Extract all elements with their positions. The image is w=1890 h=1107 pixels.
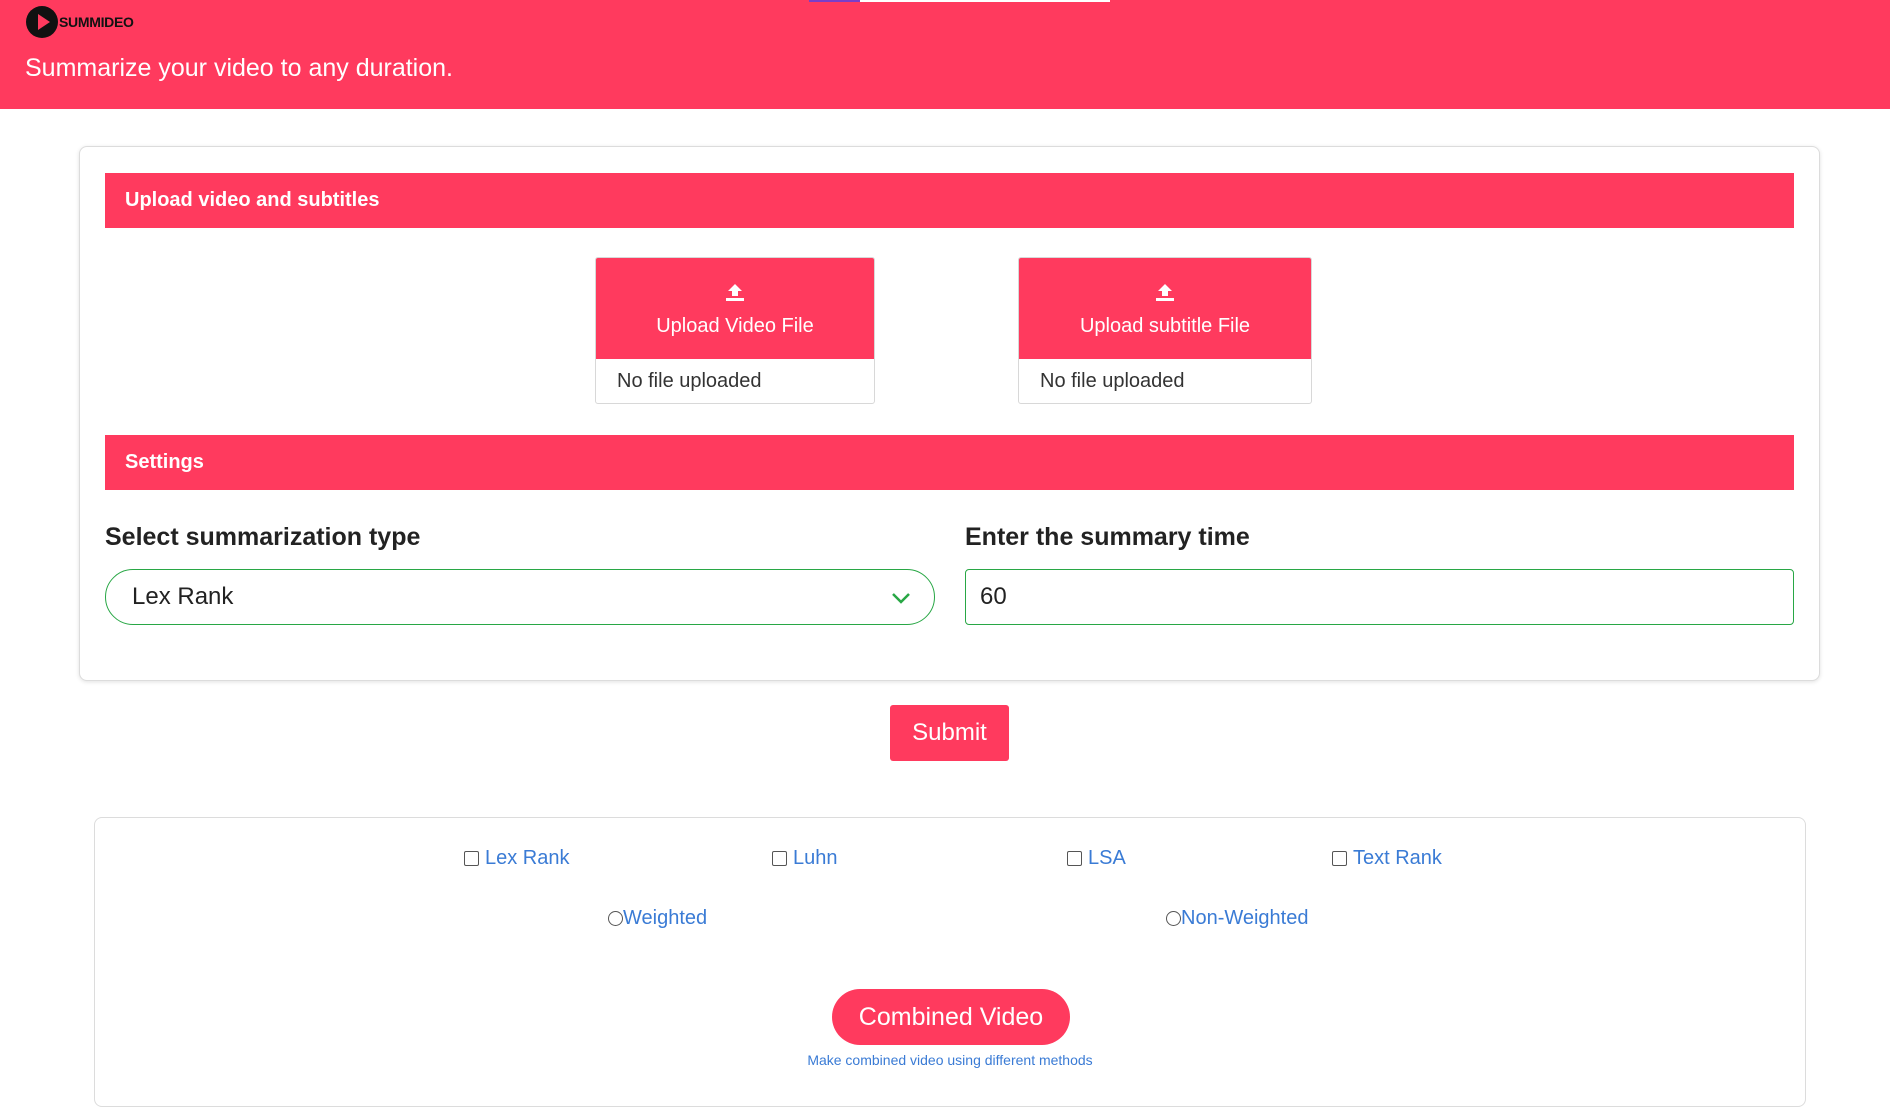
video-upload-box: Upload Video File No file uploaded bbox=[595, 257, 875, 404]
progress-remaining bbox=[860, 0, 1110, 2]
settings-section-header: Settings bbox=[105, 435, 1794, 490]
subtitle-upload-box: Upload subtitle File No file uploaded bbox=[1018, 257, 1312, 404]
upload-settings-card: Upload video and subtitles Upload Video … bbox=[79, 146, 1820, 681]
page-load-progress bbox=[809, 0, 1110, 2]
logo[interactable]: SUMMIDEO bbox=[26, 6, 134, 38]
radio-non-weighted[interactable]: Non-Weighted bbox=[1166, 907, 1308, 930]
summary-time-label: Enter the summary time bbox=[965, 523, 1250, 551]
upload-icon bbox=[724, 282, 746, 309]
combined-video-hint: Make combined video using different meth… bbox=[807, 1052, 1093, 1068]
summary-time-input[interactable] bbox=[965, 569, 1794, 625]
checkbox-box[interactable] bbox=[464, 851, 479, 866]
checkbox-label: Luhn bbox=[793, 847, 838, 869]
radio-label: Non-Weighted bbox=[1181, 907, 1309, 929]
combined-video-button[interactable]: Combined Video bbox=[832, 989, 1070, 1045]
chevron-down-icon bbox=[890, 587, 912, 616]
progress-fill bbox=[809, 0, 861, 2]
upload-icon bbox=[1154, 282, 1176, 309]
logo-text: SUMMIDEO bbox=[59, 14, 134, 30]
radio-label: Weighted bbox=[623, 907, 708, 929]
checkbox-luhn[interactable]: Luhn bbox=[772, 847, 838, 870]
checkbox-label: Lex Rank bbox=[485, 847, 570, 869]
submit-button[interactable]: Submit bbox=[890, 705, 1009, 761]
checkbox-box[interactable] bbox=[1332, 851, 1347, 866]
radio-circle[interactable] bbox=[608, 911, 623, 926]
upload-subtitle-label: Upload subtitle File bbox=[1079, 314, 1251, 337]
checkbox-box[interactable] bbox=[772, 851, 787, 866]
summarization-type-label: Select summarization type bbox=[105, 523, 421, 551]
app-header: SUMMIDEO Summarize your video to any dur… bbox=[0, 0, 1890, 109]
tagline: Summarize your video to any duration. bbox=[25, 54, 453, 82]
checkbox-label: LSA bbox=[1088, 847, 1126, 869]
combined-methods-card: Lex Rank Luhn LSA Text Rank Weighted Non… bbox=[94, 817, 1806, 1107]
checkbox-label: Text Rank bbox=[1353, 847, 1442, 869]
video-upload-status: No file uploaded bbox=[617, 369, 762, 392]
checkbox-lsa[interactable]: LSA bbox=[1067, 847, 1126, 870]
checkbox-text-rank[interactable]: Text Rank bbox=[1332, 847, 1442, 870]
summarization-type-select[interactable]: Lex Rank bbox=[105, 569, 935, 625]
upload-subtitle-button[interactable]: Upload subtitle File bbox=[1019, 258, 1311, 359]
checkbox-lex-rank[interactable]: Lex Rank bbox=[464, 847, 570, 870]
radio-weighted[interactable]: Weighted bbox=[608, 907, 707, 930]
checkbox-box[interactable] bbox=[1067, 851, 1082, 866]
play-icon bbox=[26, 6, 58, 38]
upload-video-label: Upload Video File bbox=[656, 314, 814, 337]
subtitle-upload-status: No file uploaded bbox=[1040, 369, 1185, 392]
summarization-type-value: Lex Rank bbox=[132, 583, 234, 610]
upload-section-header: Upload video and subtitles bbox=[105, 173, 1794, 228]
radio-circle[interactable] bbox=[1166, 911, 1181, 926]
upload-video-button[interactable]: Upload Video File bbox=[596, 258, 874, 359]
